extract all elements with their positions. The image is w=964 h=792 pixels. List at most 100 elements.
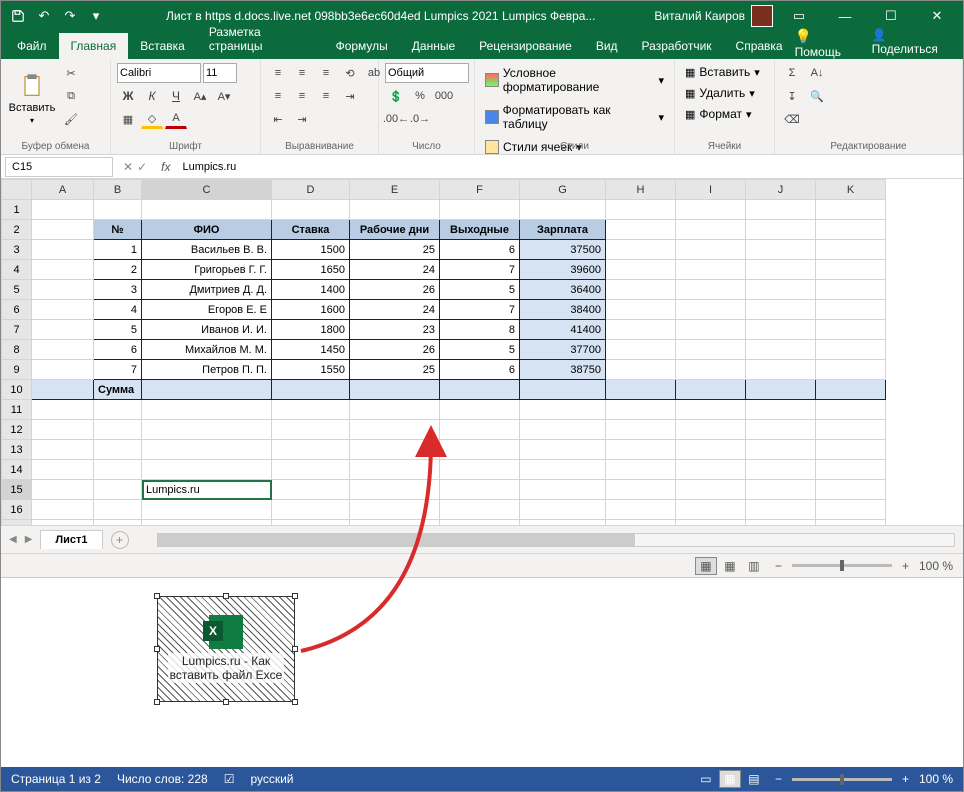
cell[interactable]: [816, 440, 886, 460]
cell[interactable]: [440, 380, 520, 400]
cell[interactable]: [94, 400, 142, 420]
cell[interactable]: Егоров Е. Е: [142, 300, 272, 320]
tab-home[interactable]: Главная: [59, 33, 129, 59]
spreadsheet-grid[interactable]: A B C D E F G H I J K 12№ФИОСтавкаРабочи…: [1, 179, 886, 525]
cell[interactable]: [520, 520, 606, 526]
cell[interactable]: [272, 500, 350, 520]
cell[interactable]: [746, 440, 816, 460]
cell[interactable]: 2: [94, 260, 142, 280]
cell[interactable]: [606, 280, 676, 300]
cell[interactable]: [32, 220, 94, 240]
increase-indent-icon[interactable]: ⇥: [291, 109, 313, 129]
cell[interactable]: [142, 440, 272, 460]
cell[interactable]: 7: [440, 260, 520, 280]
cell[interactable]: [676, 380, 746, 400]
normal-view-icon[interactable]: ▦: [695, 557, 717, 575]
cell[interactable]: 4: [94, 300, 142, 320]
redo-icon[interactable]: ↷: [59, 5, 81, 27]
fx-icon[interactable]: fx: [153, 160, 178, 174]
cell[interactable]: [350, 420, 440, 440]
cell[interactable]: 7: [94, 360, 142, 380]
tab-data[interactable]: Данные: [400, 33, 467, 59]
language-indicator[interactable]: русский: [250, 772, 293, 786]
cell[interactable]: [746, 360, 816, 380]
cell[interactable]: [32, 240, 94, 260]
align-top-icon[interactable]: ≡: [267, 63, 289, 83]
bold-button[interactable]: Ж: [117, 86, 139, 106]
cell[interactable]: [32, 280, 94, 300]
cell[interactable]: [676, 340, 746, 360]
cell[interactable]: [606, 460, 676, 480]
zoom-out-button[interactable]: −: [775, 559, 782, 573]
name-box[interactable]: C15: [5, 157, 113, 177]
cell[interactable]: [350, 380, 440, 400]
cell[interactable]: [350, 400, 440, 420]
maximize-button[interactable]: ☐: [871, 2, 911, 30]
cell[interactable]: [676, 480, 746, 500]
cell[interactable]: [440, 440, 520, 460]
cell[interactable]: [32, 320, 94, 340]
cell[interactable]: 24: [350, 260, 440, 280]
cell[interactable]: 5: [94, 320, 142, 340]
cell[interactable]: [606, 420, 676, 440]
cell[interactable]: Петров П. П.: [142, 360, 272, 380]
cell[interactable]: [606, 380, 676, 400]
sheet-nav-prev[interactable]: ◀: [9, 534, 17, 545]
cell[interactable]: 1500: [272, 240, 350, 260]
cell[interactable]: [94, 420, 142, 440]
cell[interactable]: [142, 500, 272, 520]
cell[interactable]: [520, 420, 606, 440]
row-header[interactable]: 13: [2, 440, 32, 460]
row-header[interactable]: 8: [2, 340, 32, 360]
cell[interactable]: Иванов И. И.: [142, 320, 272, 340]
share-button[interactable]: 👤 Поделиться: [872, 28, 951, 59]
close-button[interactable]: ✕: [917, 2, 957, 30]
spellcheck-icon[interactable]: ☑: [224, 772, 235, 786]
embedded-excel-object[interactable]: Lumpics.ru - Каквставить файл Exce: [157, 596, 295, 702]
cell[interactable]: [440, 200, 520, 220]
border-icon[interactable]: ▦: [117, 109, 139, 129]
cell[interactable]: [440, 480, 520, 500]
cell[interactable]: 36400: [520, 280, 606, 300]
row-header[interactable]: 2: [2, 220, 32, 240]
cut-icon[interactable]: ✂: [60, 63, 82, 83]
cell[interactable]: 38750: [520, 360, 606, 380]
cell[interactable]: [746, 380, 816, 400]
cell[interactable]: Lumpics.ru: [142, 480, 272, 500]
tab-developer[interactable]: Разработчик: [630, 33, 724, 59]
cell[interactable]: [816, 500, 886, 520]
row-header[interactable]: 10: [2, 380, 32, 400]
delete-cells-button[interactable]: ▦ Удалить ▾: [681, 84, 764, 102]
cell[interactable]: 37500: [520, 240, 606, 260]
cell[interactable]: [816, 200, 886, 220]
cell[interactable]: [816, 340, 886, 360]
zoom-slider[interactable]: [792, 778, 892, 781]
tab-view[interactable]: Вид: [584, 33, 630, 59]
cell[interactable]: [94, 460, 142, 480]
font-color-icon[interactable]: A: [165, 109, 187, 129]
cell[interactable]: [350, 460, 440, 480]
cell[interactable]: [272, 440, 350, 460]
italic-button[interactable]: К: [141, 86, 163, 106]
cell[interactable]: [816, 520, 886, 526]
word-count[interactable]: Число слов: 228: [117, 772, 208, 786]
paste-button[interactable]: Вставить ▾: [7, 63, 57, 133]
cell[interactable]: [676, 520, 746, 526]
formula-input[interactable]: Lumpics.ru: [178, 161, 963, 173]
col-header[interactable]: D: [272, 180, 350, 200]
shrink-font-icon[interactable]: A▾: [213, 86, 235, 106]
cell[interactable]: Рабочие дни: [350, 220, 440, 240]
cell[interactable]: [746, 220, 816, 240]
cell[interactable]: [606, 200, 676, 220]
cell[interactable]: 6: [440, 360, 520, 380]
cell[interactable]: 1400: [272, 280, 350, 300]
align-middle-icon[interactable]: ≡: [291, 63, 313, 83]
cell[interactable]: [32, 400, 94, 420]
cell[interactable]: [816, 460, 886, 480]
cell[interactable]: [440, 500, 520, 520]
cell[interactable]: 37700: [520, 340, 606, 360]
decrease-indent-icon[interactable]: ⇤: [267, 109, 289, 129]
cell[interactable]: [606, 320, 676, 340]
row-header[interactable]: 9: [2, 360, 32, 380]
enter-formula-icon[interactable]: ✓: [137, 160, 147, 174]
